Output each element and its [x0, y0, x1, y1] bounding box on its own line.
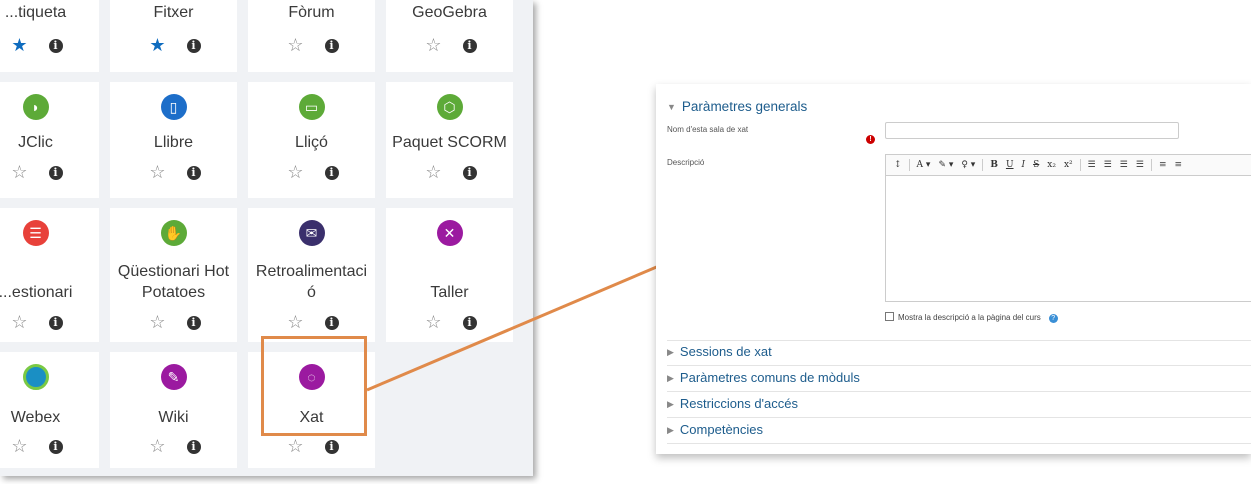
section-competencies[interactable]: ▶ Competències	[667, 422, 763, 437]
font-size-button[interactable]: A ▾	[917, 160, 931, 170]
section-title: Competències	[679, 422, 764, 437]
underline-button[interactable]: U	[1006, 160, 1014, 170]
superscript-button[interactable]: x²	[1064, 160, 1073, 170]
chat-settings-panel: ▼ Paràmetres generals Nom d'esta sala de …	[656, 84, 1251, 454]
text-color-button[interactable]: ✎ ▾	[938, 160, 953, 170]
indent-button[interactable]: ☰	[1136, 160, 1144, 170]
show-description-option[interactable]: Mostra la descripció a la pàgina del cur…	[885, 312, 1058, 323]
section-title: Paràmetres comuns de mòduls	[679, 370, 860, 385]
align-center-button[interactable]: ≡	[1175, 160, 1183, 170]
section-access-restrictions[interactable]: ▶ Restriccions d'accés	[667, 396, 798, 411]
description-editor[interactable]: ↕ A ▾ ✎ ▾ ♀ ▾ B U I S x₂ x² ☰ ☰ ☰ ☰ ≡ ≡	[885, 154, 1251, 302]
show-description-label: Mostra la descripció a la pàgina del cur…	[898, 313, 1041, 322]
caret-right-icon: ▶	[667, 347, 674, 357]
section-title: Paràmetres generals	[681, 99, 808, 114]
outdent-button[interactable]: ☰	[1120, 160, 1128, 170]
caret-right-icon: ▶	[667, 399, 674, 409]
editor-toolbar: ↕ A ▾ ✎ ▾ ♀ ▾ B U I S x₂ x² ☰ ☰ ☰ ☰ ≡ ≡	[886, 155, 1251, 176]
required-icon: !	[866, 135, 875, 144]
description-label: Descripció	[667, 158, 705, 167]
help-icon[interactable]: ?	[1048, 314, 1058, 323]
checkbox[interactable]	[885, 312, 894, 321]
caret-right-icon: ▶	[667, 373, 674, 383]
caret-right-icon: ▶	[667, 425, 674, 435]
section-title: Sessions de xat	[679, 344, 772, 359]
align-left-button[interactable]: ≡	[1159, 160, 1167, 170]
italic-button[interactable]: I	[1022, 160, 1026, 170]
section-common-module-settings[interactable]: ▶ Paràmetres comuns de mòduls	[667, 370, 860, 385]
section-general-settings[interactable]: ▼ Paràmetres generals	[667, 99, 807, 114]
section-chat-sessions[interactable]: ▶ Sessions de xat	[667, 344, 772, 359]
bullet-list-button[interactable]: ☰	[1088, 160, 1096, 170]
caret-down-icon: ▼	[667, 102, 676, 112]
numbered-list-button[interactable]: ☰	[1104, 160, 1112, 170]
insert-media-button[interactable]: ♀ ▾	[961, 160, 975, 170]
chat-name-label: Nom d'esta sala de xat	[667, 125, 749, 134]
bold-button[interactable]: B	[990, 160, 998, 170]
toolbar-toggle-button[interactable]: ↕	[894, 160, 902, 170]
chat-name-input[interactable]	[885, 122, 1179, 139]
subscript-button[interactable]: x₂	[1047, 160, 1056, 170]
strikethrough-button[interactable]: S	[1033, 160, 1039, 170]
section-title: Restriccions d'accés	[679, 396, 799, 411]
